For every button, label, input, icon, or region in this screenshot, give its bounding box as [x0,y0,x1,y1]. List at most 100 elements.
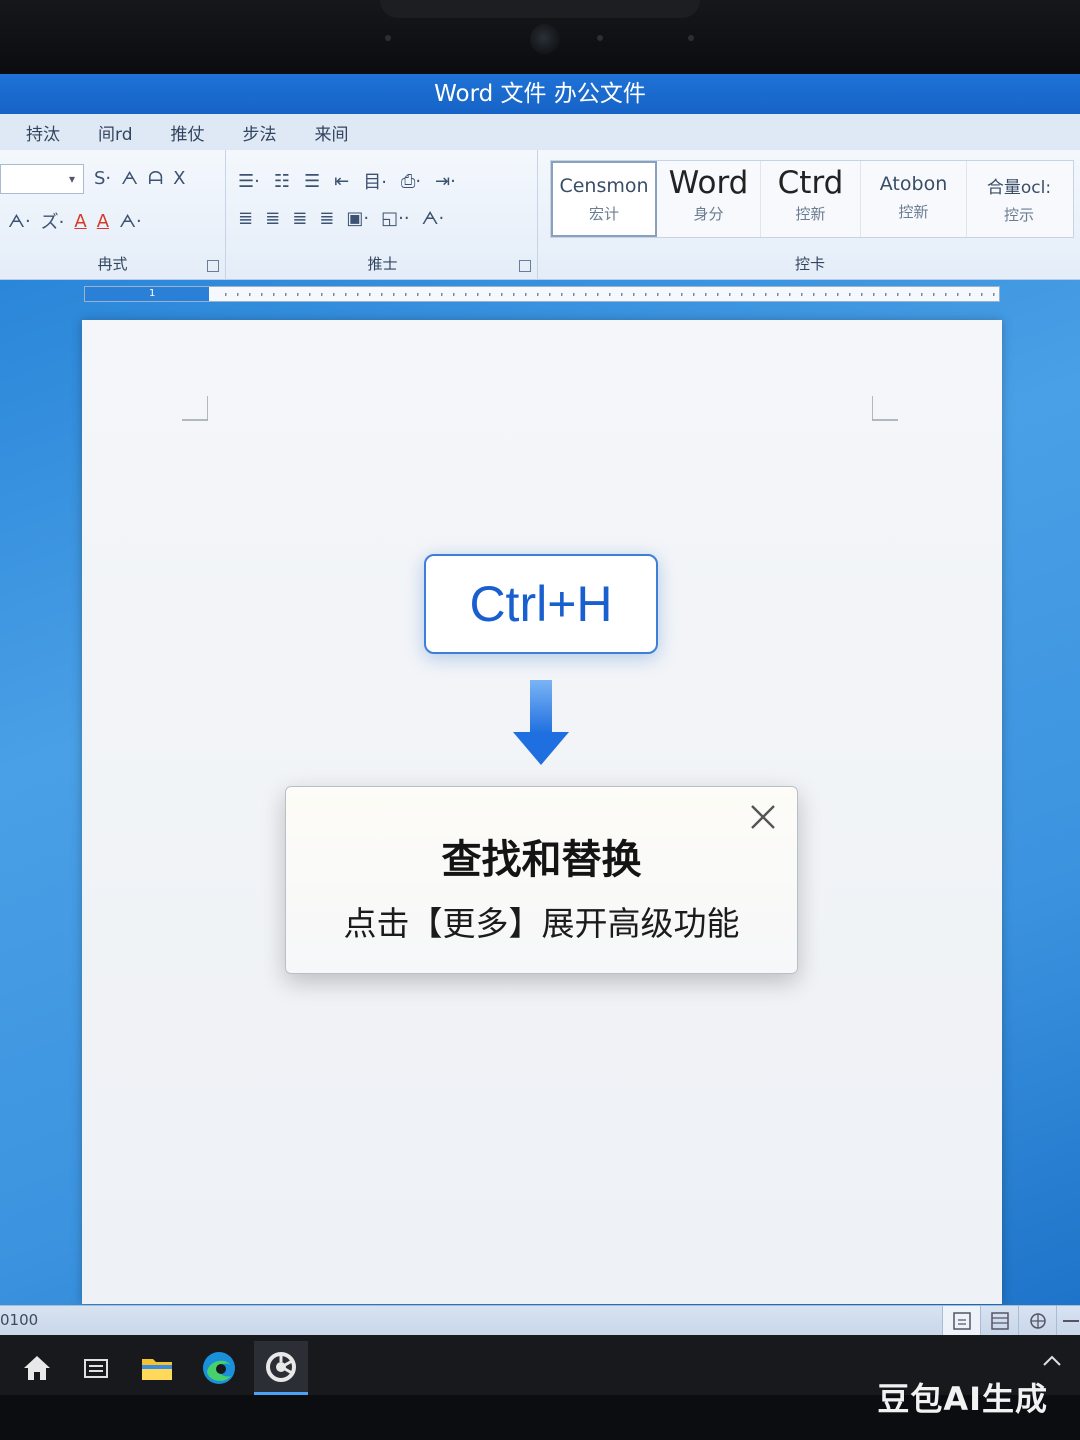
ruler-tick [321,293,323,296]
status-text: 0100 [0,1311,39,1329]
text-effect-icon[interactable]: ᗩ [148,168,163,189]
list-tools-row: ☰· ☷ ☰ ⇤ 目· ⎙· ⇥· [238,168,456,194]
ruler-tick [789,293,791,296]
shading-icon[interactable]: ᗅ· [119,211,142,232]
ruler-tick [837,293,839,296]
ruler-tick [849,293,851,296]
ruler-tick [249,293,251,296]
ruler-tick [765,293,767,296]
bullets-icon[interactable]: ☰· [238,171,260,192]
zoom-slider-icon[interactable] [1056,1306,1080,1336]
ruler-tick [453,293,455,296]
dialog-launcher-icon[interactable] [519,260,531,272]
file-explorer-icon[interactable] [130,1341,184,1395]
font-style-icon[interactable]: ᗅ [121,168,138,189]
borders-icon[interactable]: ◱·· [381,208,409,229]
ruler-tick [285,293,287,296]
dialog-hint: 点击【更多】展开高级功能 [343,904,740,943]
horizontal-ruler[interactable]: 1 [84,286,1000,302]
full-reading-icon[interactable] [980,1306,1018,1336]
font-size-select[interactable]: ▾ [0,164,84,194]
justify-icon[interactable]: ≣ [319,208,334,229]
home-icon[interactable] [10,1341,64,1395]
show-marks-icon[interactable]: ⇥· [435,171,456,192]
ribbon-tab[interactable]: 步法 [242,120,276,145]
highlight-icon[interactable]: ᗅ· [8,211,31,232]
ribbon-tab[interactable]: 间rd [98,120,132,145]
ruler-tick [621,293,623,296]
sensor-dot [597,35,603,41]
style-card[interactable]: Censmon 宏计 [551,161,657,237]
ruler-tick [993,293,995,296]
ruler-tick [417,293,419,296]
ribbon-tab[interactable]: 来间 [314,120,348,145]
shading-para-icon[interactable]: ᗅ· [422,208,445,229]
web-layout-icon[interactable] [1018,1306,1056,1336]
ruler-tick [633,293,635,296]
style-card[interactable]: Atobon 控新 [861,161,967,237]
shortcut-badge: Ctrl+H [424,554,658,654]
ribbon: ▾ S· ᗅ ᗩ Ⅹ ᗅ· ズ· A A ᗅ· 冉式 ☰· ☷ ☰ ⇤ 目· ⎙… [0,150,1080,280]
monitor-bezel [0,0,1080,74]
style-sub: 控新 [795,205,826,223]
group-label: 控卡 [794,255,825,273]
ruler-tick [225,293,227,296]
ribbon-tab-bar: 持汰 间rd 推仗 步法 来间 [0,114,1080,150]
margin-corner-icon [872,396,898,421]
ruler-tick [669,293,671,296]
increase-indent-icon[interactable]: 目· [363,168,387,194]
ruler-tick [921,293,923,296]
task-view-icon[interactable] [70,1341,124,1395]
style-name: Word [668,165,749,201]
dialog-title: 查找和替换 [441,837,642,883]
align-right-icon[interactable]: ≣ [292,208,307,229]
ruler-tick [561,293,563,296]
ruler-tick [429,293,431,296]
sort-icon[interactable]: ⎙· [401,171,421,192]
ruler-tick [501,293,503,296]
group-label: 冉式 [97,255,128,273]
style-card[interactable]: 合量ocl: 控示 [967,161,1071,237]
ruler-tick [957,293,959,296]
font-color-icon[interactable]: A [74,211,86,232]
ruler-tick [357,293,359,296]
close-icon[interactable] [747,801,779,833]
style-name: 合量ocl: [986,178,1052,198]
ruler-tick [597,293,599,296]
ruler-tick [381,293,383,296]
chevron-up-icon[interactable] [1042,1353,1062,1367]
line-spacing-icon[interactable]: ▣· [346,208,369,229]
align-tools-row: ≣ ≣ ≣ ≣ ▣· ◱·· ᗅ· [238,208,444,229]
ruler-tick [549,293,551,296]
dialog-launcher-icon[interactable] [207,260,219,272]
window-title: Word 文件 办公文件 [0,74,1080,114]
style-card[interactable]: Word 身分 [657,161,761,237]
multilevel-icon[interactable]: ☰ [304,171,320,192]
style-card[interactable]: Ctrd 控新 [761,161,861,237]
ribbon-tab[interactable]: 推仗 [170,120,204,145]
font-tools-row: S· ᗅ ᗩ Ⅹ [94,168,185,189]
font-color-2-icon[interactable]: A [97,211,109,232]
print-layout-icon[interactable] [942,1306,980,1336]
edge-browser-icon[interactable] [192,1341,246,1395]
subscript-icon[interactable]: Ⅹ [173,168,185,189]
style-name: Atobon [879,173,948,195]
ribbon-tab[interactable]: 持汰 [26,120,60,145]
ruler-tick [573,293,575,296]
ruler-tick [825,293,827,296]
margin-corner-icon [182,396,208,421]
align-center-icon[interactable]: ≣ [265,208,280,229]
strikethrough-icon[interactable]: S· [94,168,111,189]
ruler-tick [753,293,755,296]
ruler-tick [885,293,887,296]
clear-format-icon[interactable]: ズ· [41,208,65,234]
ruler-tick [705,293,707,296]
style-sub: 控示 [1003,206,1034,224]
view-buttons [942,1306,1080,1336]
align-left-icon[interactable]: ≣ [238,208,253,229]
bezel-notch [380,0,700,18]
decrease-indent-icon[interactable]: ⇤ [334,171,349,192]
ruler-tick [909,293,911,296]
numbering-icon[interactable]: ☷ [274,171,290,192]
app-icon-active[interactable] [254,1341,308,1395]
